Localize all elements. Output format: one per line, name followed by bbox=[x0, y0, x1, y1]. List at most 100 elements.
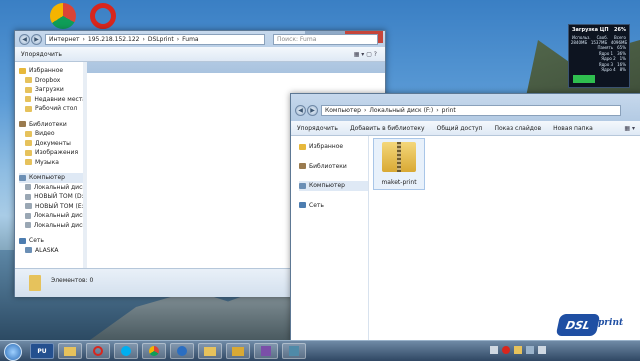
view-options-icon[interactable]: ▦ ▾ ▢ ? bbox=[354, 51, 377, 58]
nav-images[interactable]: Изображения bbox=[19, 148, 86, 158]
nav-label: Сеть bbox=[29, 237, 44, 245]
toolbar-add-to-library[interactable]: Добавить в библиотеку bbox=[344, 125, 431, 132]
folder-icon bbox=[25, 159, 32, 166]
nav-alaska[interactable]: ALASKA bbox=[19, 246, 86, 256]
tray-up-icon[interactable] bbox=[490, 346, 498, 354]
computer-icon bbox=[299, 182, 306, 189]
gadget-title: Загрузка ЦП bbox=[572, 27, 609, 33]
nav-desktop[interactable]: Рабочий стол bbox=[19, 104, 86, 114]
nav-computer[interactable]: Компьютер bbox=[299, 181, 368, 191]
zip-folder-icon bbox=[382, 142, 416, 172]
nav-video[interactable]: Видео bbox=[19, 129, 86, 139]
view-options-icon[interactable]: ▦ ▾ bbox=[624, 125, 635, 132]
gadget-label: Ядро 4 bbox=[601, 67, 616, 72]
taskbar-skype-icon[interactable] bbox=[114, 343, 138, 359]
taskbar-explorer-icon[interactable] bbox=[58, 343, 82, 359]
nav-label: Сеть bbox=[309, 201, 324, 209]
nav-network[interactable]: Сеть bbox=[19, 236, 86, 246]
nav-scrollbar[interactable] bbox=[83, 62, 87, 290]
taskbar-app2-icon[interactable] bbox=[282, 343, 306, 359]
dsl-logo-subtitle: print bbox=[598, 318, 624, 328]
toolbar-new-folder[interactable]: Новая папка bbox=[547, 125, 599, 132]
toolbar-organize[interactable]: Упорядочить bbox=[291, 125, 344, 132]
address-bar[interactable]: Интернет › 195.218.152.122 › DSLprint › … bbox=[45, 34, 265, 45]
taskbar-skype2-icon[interactable] bbox=[170, 343, 194, 359]
toolbar-slideshow[interactable]: Показ слайдов bbox=[488, 125, 547, 132]
chrome-icon[interactable] bbox=[50, 3, 76, 29]
explorer-window-2: ◀ ▶ Компьютер › Локальный диск (F:) › pr… bbox=[290, 93, 640, 342]
back-button[interactable]: ◀ bbox=[295, 105, 306, 116]
nav-dropbox[interactable]: Dropbox bbox=[19, 76, 86, 86]
search-input[interactable]: Поиск: Fuma bbox=[273, 34, 378, 45]
nav-computer[interactable]: Компьютер bbox=[19, 173, 86, 183]
nav-drive-e[interactable]: НОВЫЙ ТОМ (E:) bbox=[19, 202, 86, 212]
nav-label: Компьютер bbox=[309, 182, 345, 190]
network-icon bbox=[19, 237, 26, 244]
nav-recent[interactable]: Недавние места bbox=[19, 95, 86, 105]
back-button[interactable]: ◀ bbox=[19, 34, 30, 45]
breadcrumb-3[interactable]: DSLprint bbox=[148, 36, 174, 43]
breadcrumb-1[interactable]: Компьютер bbox=[325, 107, 361, 114]
nav-label: Документы bbox=[35, 139, 71, 147]
nav-label: Компьютер bbox=[29, 174, 65, 182]
nav-label: НОВЫЙ ТОМ (E:) bbox=[34, 202, 86, 210]
nav-documents[interactable]: Документы bbox=[19, 139, 86, 149]
folder-icon bbox=[25, 130, 32, 137]
nav-label: Загрузки bbox=[35, 86, 64, 94]
nav-drive-4[interactable]: Локальный диск bbox=[19, 211, 86, 221]
taskbar-app-icon[interactable] bbox=[254, 343, 278, 359]
folder-icon bbox=[25, 77, 32, 84]
forward-button[interactable]: ▶ bbox=[31, 34, 42, 45]
folder-icon bbox=[29, 275, 41, 291]
nav-drive-d[interactable]: НОВЫЙ ТОМ (D:) bbox=[19, 192, 86, 202]
dsl-logo: DSL bbox=[553, 312, 603, 338]
nav-label: Библиотеки bbox=[29, 120, 67, 128]
opera-icon[interactable] bbox=[90, 3, 116, 29]
nav-favorites[interactable]: Избранное bbox=[299, 142, 368, 152]
toolbar-share[interactable]: Общий доступ bbox=[431, 125, 489, 132]
forward-button[interactable]: ▶ bbox=[307, 105, 318, 116]
taskbar-pu-icon[interactable]: PU bbox=[30, 343, 54, 359]
nav-network[interactable]: Сеть bbox=[299, 201, 368, 211]
system-tray bbox=[490, 346, 546, 354]
tray-volume-icon[interactable] bbox=[538, 346, 546, 354]
tray-flag-icon[interactable] bbox=[514, 346, 522, 354]
gadget-value: 2840МБ bbox=[570, 40, 588, 45]
folder-icon bbox=[25, 105, 32, 112]
gadget-value: 8% bbox=[619, 67, 626, 72]
folder-label: maket-print bbox=[381, 179, 417, 186]
gadget-graph bbox=[573, 63, 595, 83]
nav-drive-5[interactable]: Локальный диск bbox=[19, 221, 86, 231]
taskbar-chrome-icon[interactable] bbox=[142, 343, 166, 359]
drive-icon bbox=[25, 212, 31, 219]
nav-libraries[interactable]: Библиотеки bbox=[19, 120, 86, 130]
nav-music[interactable]: Музыка bbox=[19, 158, 86, 168]
library-icon bbox=[19, 121, 26, 128]
cpu-meter-gadget[interactable]: Загрузка ЦП 26% Использ. Своб. Всего 284… bbox=[568, 24, 630, 88]
nav-drive-c[interactable]: Локальный диск bbox=[19, 183, 86, 193]
breadcrumb-3[interactable]: print bbox=[442, 107, 456, 114]
tray-app-icon[interactable] bbox=[502, 346, 510, 354]
address-bar[interactable]: Компьютер › Локальный диск (F:) › print bbox=[321, 105, 621, 116]
folder-item[interactable]: maket-print bbox=[373, 138, 425, 190]
taskbar-folder2-icon[interactable] bbox=[226, 343, 250, 359]
breadcrumb-1[interactable]: Интернет bbox=[49, 36, 80, 43]
breadcrumb-4[interactable]: Fuma bbox=[182, 36, 198, 43]
breadcrumb-2[interactable]: Локальный диск (F:) bbox=[369, 107, 433, 114]
tray-network-icon[interactable] bbox=[526, 346, 534, 354]
toolbar-organize[interactable]: Упорядочить bbox=[15, 51, 68, 58]
nav-libraries[interactable]: Библиотеки bbox=[299, 162, 368, 172]
window2-nav-pane: Избранное Библиотеки Компьютер Сеть bbox=[291, 136, 369, 341]
nav-downloads[interactable]: Загрузки bbox=[19, 85, 86, 95]
computer-icon bbox=[19, 174, 26, 181]
nav-label: ALASKA bbox=[35, 246, 59, 254]
breadcrumb-2[interactable]: 195.218.152.122 bbox=[88, 36, 140, 43]
drive-icon bbox=[25, 184, 31, 191]
nav-favorites[interactable]: Избранное bbox=[19, 66, 86, 76]
drive-icon bbox=[25, 222, 31, 229]
taskbar-opera-icon[interactable] bbox=[86, 343, 110, 359]
window1-toolbar: Упорядочить ▦ ▾ ▢ ? bbox=[15, 47, 385, 62]
taskbar-folder-icon[interactable] bbox=[198, 343, 222, 359]
folder-icon bbox=[25, 96, 32, 103]
start-orb-icon[interactable] bbox=[4, 343, 22, 361]
